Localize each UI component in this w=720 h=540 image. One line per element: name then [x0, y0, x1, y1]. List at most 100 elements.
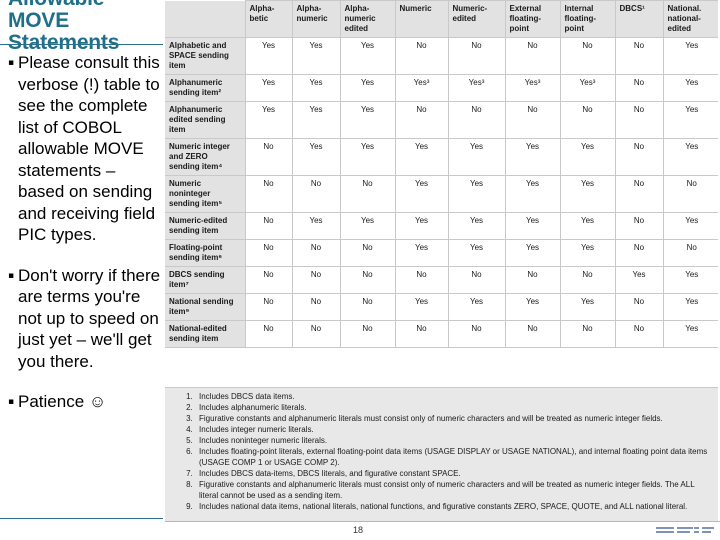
table-cell: Yes [559, 212, 616, 240]
table-cell: Yes [662, 74, 720, 102]
column-header: National. national-edited [662, 0, 720, 38]
table-cell: Yes [504, 239, 561, 267]
table-cell: Yes [662, 101, 720, 139]
table-cell: No [614, 37, 664, 75]
table-row: Numeric noninteger sending item⁵ No No N… [165, 175, 720, 213]
table-cell: Yes [339, 74, 396, 102]
row-header: National sending item⁹ [165, 293, 246, 321]
table-cell: Yes [559, 239, 616, 267]
table-cell: Yes [447, 212, 506, 240]
table-cell: No [339, 293, 396, 321]
table-cell: No [394, 37, 449, 75]
table-cell: Yes³ [559, 74, 616, 102]
row-header: Alphabetic and SPACE sending item [165, 37, 246, 75]
row-header: DBCS sending item⁷ [165, 266, 246, 294]
table-cell: Yes³ [504, 74, 561, 102]
table-cell: No [559, 320, 616, 348]
table-row: DBCS sending item⁷ No No No No No No No … [165, 266, 720, 294]
table-cell: No [614, 138, 664, 176]
table-cell: No [244, 266, 293, 294]
column-header: Numeric [394, 0, 449, 38]
table-cell: No [339, 239, 396, 267]
title-divider [0, 44, 163, 45]
table-cell: No [291, 293, 341, 321]
row-header: Numeric-edited sending item [165, 212, 246, 240]
table-cell: No [447, 320, 506, 348]
table-cell: Yes [447, 293, 506, 321]
table-cell: No [394, 320, 449, 348]
table-cell: Yes [394, 239, 449, 267]
table-cell: Yes [291, 74, 341, 102]
table-cell: Yes [559, 175, 616, 213]
table-cell: Yes [662, 212, 720, 240]
table-cell: Yes [504, 138, 561, 176]
table-cell: Yes [339, 101, 396, 139]
table-cell: Yes [447, 175, 506, 213]
footnote-item: Includes floating-point literals, extern… [195, 447, 714, 468]
column-header: Alpha-numeric [291, 0, 341, 38]
table-cell: Yes [394, 212, 449, 240]
table-cell: No [614, 74, 664, 102]
table-cell: No [447, 266, 506, 294]
table-cell: No [614, 239, 664, 267]
table-cell: No [244, 138, 293, 176]
table-cell: Yes [244, 74, 293, 102]
square-bullet-icon: ▪ [7, 58, 15, 68]
table-row: Floating-point sending item⁶ No No No Ye… [165, 239, 720, 267]
row-header: National-edited sending item [165, 320, 246, 348]
table-header-row: Alpha-betic Alpha-numeric Alpha-numeric … [165, 0, 720, 38]
footer-divider-left [0, 518, 163, 519]
table-cell: No [447, 37, 506, 75]
table-row: Numeric-edited sending item No Yes Yes Y… [165, 212, 720, 240]
table-cell: No [662, 175, 720, 213]
table-cell: No [504, 320, 561, 348]
table-row: Alphabetic and SPACE sending item Yes Ye… [165, 37, 720, 75]
table-cell: Yes [504, 293, 561, 321]
allowable-move-statements-table: Alpha-betic Alpha-numeric Alpha-numeric … [165, 0, 720, 348]
page-title: Allowable MOVE Statements [8, 0, 120, 54]
table-cell: Yes [291, 101, 341, 139]
move-statements-table-region: Alpha-betic Alpha-numeric Alpha-numeric … [165, 0, 720, 521]
bullet-list: ▪ Please consult this verbose (!) table … [4, 52, 163, 432]
table-cell: Yes [559, 293, 616, 321]
list-item: ▪ Don't worry if there are terms you're … [4, 265, 163, 373]
footnote-item: Includes alphanumeric literals. [195, 403, 714, 414]
table-cell: Yes [559, 138, 616, 176]
table-row: Numeric integer and ZERO sending item⁴ N… [165, 138, 720, 176]
table-cell: Yes [504, 175, 561, 213]
table-cell: Yes³ [447, 74, 506, 102]
table-cell: No [447, 101, 506, 139]
table-cell: No [244, 212, 293, 240]
table-cell: Yes [394, 175, 449, 213]
table-cell: No [394, 266, 449, 294]
table-header: Alpha-betic Alpha-numeric Alpha-numeric … [165, 0, 720, 38]
row-header: Numeric noninteger sending item⁵ [165, 175, 246, 213]
table-cell: Yes [662, 138, 720, 176]
table-cell: No [614, 101, 664, 139]
list-item: ▪ Please consult this verbose (!) table … [4, 52, 163, 246]
table-row: Alphanumeric sending item² Yes Yes Yes Y… [165, 74, 720, 102]
table-cell: No [394, 101, 449, 139]
table-cell: No [504, 101, 561, 139]
table-cell: No [244, 293, 293, 321]
page-number: 18 [353, 525, 364, 535]
table-cell: No [504, 37, 561, 75]
table-cell: Yes [339, 37, 396, 75]
table-cell: Yes [394, 293, 449, 321]
table-cell: Yes [291, 138, 341, 176]
table-cell: Yes [291, 212, 341, 240]
bullet-text: Don't worry if there are terms you're no… [18, 265, 161, 371]
footnote-list: Includes DBCS data items. Includes alpha… [165, 392, 720, 513]
table-cell: No [291, 239, 341, 267]
table-cell: Yes [662, 266, 720, 294]
table-corner-cell [165, 0, 246, 38]
table-cell: No [291, 320, 341, 348]
footnote-item: Includes DBCS data-items, DBCS literals,… [195, 469, 714, 480]
table-cell: Yes [504, 212, 561, 240]
table-cell: Yes [291, 37, 341, 75]
table-cell: No [339, 266, 396, 294]
table-cell: No [291, 175, 341, 213]
table-body: Alphabetic and SPACE sending item Yes Ye… [165, 37, 720, 348]
square-bullet-icon: ▪ [7, 397, 15, 407]
column-header: External floating-point [504, 0, 561, 38]
